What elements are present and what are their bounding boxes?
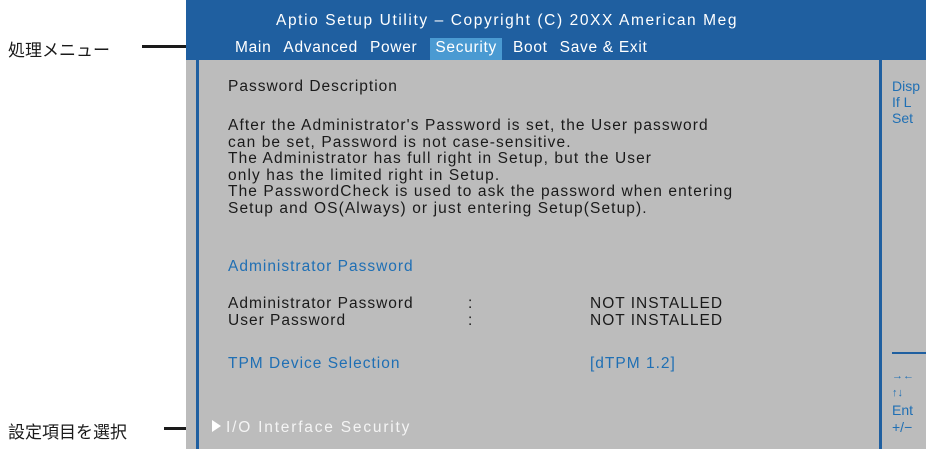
description-line: After the Administrator's Password is se…: [228, 117, 709, 134]
help-line: If L: [892, 94, 912, 110]
administrator-password-item[interactable]: Administrator Password: [228, 258, 414, 276]
password-description: After the Administrator's Password is se…: [228, 117, 734, 218]
menu-save-exit[interactable]: Save & Exit: [555, 38, 653, 60]
description-line: The Administrator has full right in Setu…: [228, 150, 653, 168]
admin-password-label: Administrator Password: [228, 295, 414, 312]
help-key-plus-minus: +/−: [892, 419, 913, 435]
selection-arrow-icon: [212, 420, 221, 432]
arrow-lr-icon: →←: [892, 370, 914, 382]
menu-callout-label: 処理メニュー: [8, 41, 110, 61]
description-line: Setup and OS(Always) or just entering Se…: [228, 199, 648, 217]
help-line: Set: [892, 110, 914, 126]
io-interface-security-item[interactable]: I/O Interface Security: [226, 419, 411, 437]
help-divider: [892, 352, 926, 354]
select-callout-label: 設定項目を選択: [8, 423, 127, 443]
bios-header: Aptio Setup Utility – Copyright (C) 20XX…: [186, 0, 926, 60]
tpm-device-selection-value[interactable]: [dTPM 1.2]: [590, 355, 676, 373]
bios-title: Aptio Setup Utility – Copyright (C) 20XX…: [276, 12, 739, 29]
section-title: Password Description: [228, 78, 398, 95]
admin-password-status: NOT INSTALLED: [590, 295, 724, 312]
menu-bar: Main Advanced Power Security Boot Save &…: [230, 38, 655, 60]
arrow-ud-icon: ↑↓: [892, 387, 903, 399]
tpm-device-selection-item[interactable]: TPM Device Selection: [228, 355, 400, 373]
description-line: can be set, Password is not case-sensiti…: [228, 133, 572, 151]
menu-security[interactable]: Security: [430, 38, 502, 60]
description-line: The PasswordCheck is used to ask the pas…: [228, 183, 734, 201]
frame-left-border: [196, 60, 199, 449]
help-panel-keys: →← ↑↓ Ent +/−: [892, 368, 914, 436]
frame-divider: [879, 60, 882, 449]
help-line: Disp: [892, 78, 921, 94]
user-password-label: User Password: [228, 312, 347, 329]
menu-boot[interactable]: Boot: [508, 38, 553, 60]
user-password-sep: :: [468, 312, 474, 329]
menu-power[interactable]: Power: [365, 38, 422, 60]
admin-password-sep: :: [468, 295, 474, 312]
menu-main[interactable]: Main: [230, 38, 276, 60]
help-key-enter: Ent: [892, 402, 914, 418]
user-password-status: NOT INSTALLED: [590, 312, 724, 329]
description-line: only has the limited right in Setup.: [228, 166, 501, 184]
menu-advanced[interactable]: Advanced: [278, 38, 363, 60]
help-panel-top: Disp If L Set: [892, 78, 920, 126]
bios-screen: Aptio Setup Utility – Copyright (C) 20XX…: [186, 0, 926, 449]
